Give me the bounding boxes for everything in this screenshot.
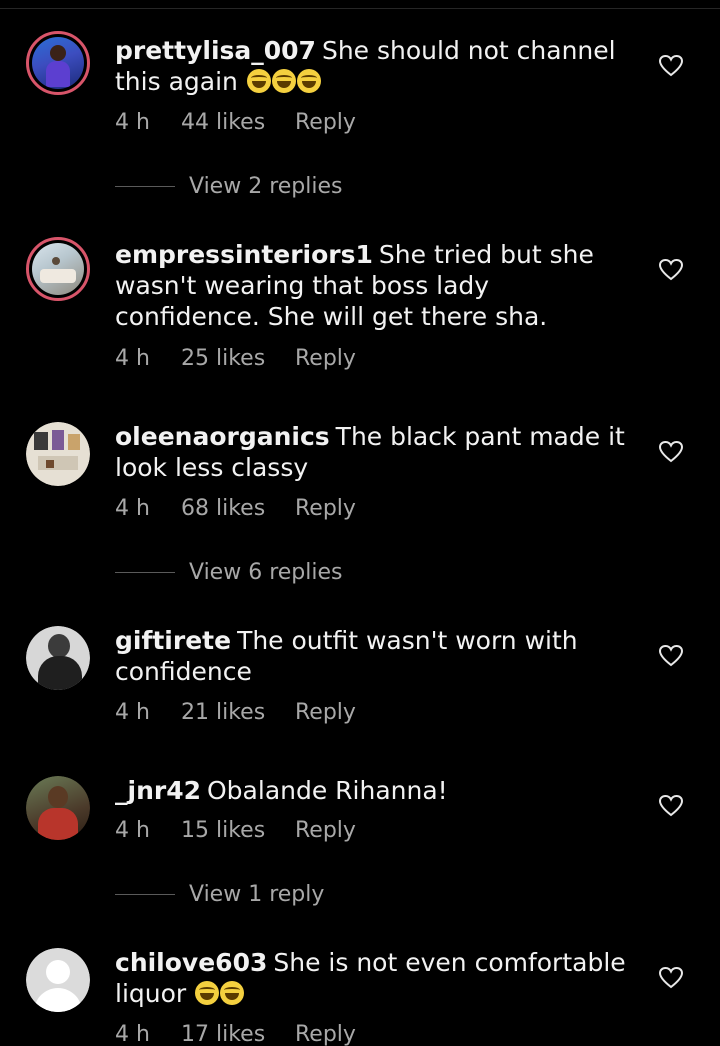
reply-button[interactable]: Reply bbox=[295, 700, 356, 725]
divider bbox=[115, 186, 175, 187]
heart-outline-icon[interactable] bbox=[658, 794, 684, 818]
comment-likes[interactable]: 15 likes bbox=[181, 818, 295, 843]
view-replies-label: View 1 reply bbox=[189, 882, 325, 907]
divider bbox=[0, 8, 720, 9]
heart-outline-icon[interactable] bbox=[658, 258, 684, 282]
comment-time: 4 h bbox=[115, 346, 150, 371]
heart-outline-icon[interactable] bbox=[658, 644, 684, 668]
comment-text: oleenaorganics The black pant made it loo… bbox=[115, 421, 640, 483]
grinning-sweat-emoji-icon bbox=[296, 69, 321, 93]
reply-button[interactable]: Reply bbox=[295, 346, 356, 371]
avatar[interactable] bbox=[26, 422, 90, 486]
comment-time: 4 h bbox=[115, 110, 150, 135]
view-replies-button[interactable]: View 6 replies bbox=[115, 560, 342, 585]
comment-text: _jnr42 Obalande Rihanna! bbox=[115, 775, 640, 806]
heart-outline-icon[interactable] bbox=[658, 54, 684, 78]
reply-button[interactable]: Reply bbox=[295, 496, 356, 521]
comments-screen: prettylisa_007 She should not channel thi… bbox=[0, 0, 720, 1046]
view-replies-button[interactable]: View 1 reply bbox=[115, 882, 324, 907]
comment-meta: 4 h 25 likes Reply bbox=[115, 346, 356, 371]
comment-time: 4 h bbox=[115, 700, 150, 725]
comment-username[interactable]: empressinteriors1 bbox=[115, 240, 373, 269]
grinning-sweat-emoji-icon bbox=[246, 69, 271, 93]
comment-text: prettylisa_007 She should not channel thi… bbox=[115, 35, 640, 97]
view-replies-button[interactable]: View 2 replies bbox=[115, 174, 342, 199]
comment-text: chilove603 She is not even comfortable li… bbox=[115, 947, 640, 1009]
comment-likes[interactable]: 17 likes bbox=[181, 1022, 295, 1046]
comment-username[interactable]: chilove603 bbox=[115, 948, 267, 977]
reply-button[interactable]: Reply bbox=[295, 1022, 356, 1046]
comment-likes[interactable]: 68 likes bbox=[181, 496, 295, 521]
comment-time: 4 h bbox=[115, 1022, 150, 1046]
comment-meta: 4 h 15 likes Reply bbox=[115, 818, 356, 843]
reply-button[interactable]: Reply bbox=[295, 110, 356, 135]
heart-outline-icon[interactable] bbox=[658, 440, 684, 464]
comment-text: giftirete The outfit wasn't worn with con… bbox=[115, 625, 640, 687]
reply-button[interactable]: Reply bbox=[295, 818, 356, 843]
comment-text: empressinteriors1 She tried but she wasn'… bbox=[115, 239, 640, 332]
comment-meta: 4 h 44 likes Reply bbox=[115, 110, 356, 135]
view-replies-label: View 2 replies bbox=[189, 174, 343, 199]
comment-meta: 4 h 17 likes Reply bbox=[115, 1022, 356, 1046]
comment-likes[interactable]: 21 likes bbox=[181, 700, 295, 725]
comment-username[interactable]: _jnr42 bbox=[115, 776, 201, 805]
view-replies-label: View 6 replies bbox=[189, 560, 343, 585]
comment-username[interactable]: giftirete bbox=[115, 626, 231, 655]
comment-likes[interactable]: 25 likes bbox=[181, 346, 295, 371]
heart-outline-icon[interactable] bbox=[658, 966, 684, 990]
grinning-sweat-emoji-icon bbox=[271, 69, 296, 93]
comment-username[interactable]: oleenaorganics bbox=[115, 422, 330, 451]
comment-username[interactable]: prettylisa_007 bbox=[115, 36, 316, 65]
comment-time: 4 h bbox=[115, 496, 150, 521]
grinning-sweat-emoji-icon bbox=[195, 981, 220, 1005]
avatar[interactable] bbox=[26, 237, 90, 301]
avatar[interactable] bbox=[26, 948, 90, 1012]
divider bbox=[115, 572, 175, 573]
comment-likes[interactable]: 44 likes bbox=[181, 110, 295, 135]
comment-body: Obalande Rihanna! bbox=[207, 776, 448, 805]
comment-meta: 4 h 21 likes Reply bbox=[115, 700, 356, 725]
comment-time: 4 h bbox=[115, 818, 150, 843]
grinning-sweat-emoji-icon bbox=[220, 981, 245, 1005]
comment-meta: 4 h 68 likes Reply bbox=[115, 496, 356, 521]
avatar[interactable] bbox=[26, 776, 90, 840]
divider bbox=[115, 894, 175, 895]
avatar[interactable] bbox=[26, 626, 90, 690]
avatar[interactable] bbox=[26, 31, 90, 95]
